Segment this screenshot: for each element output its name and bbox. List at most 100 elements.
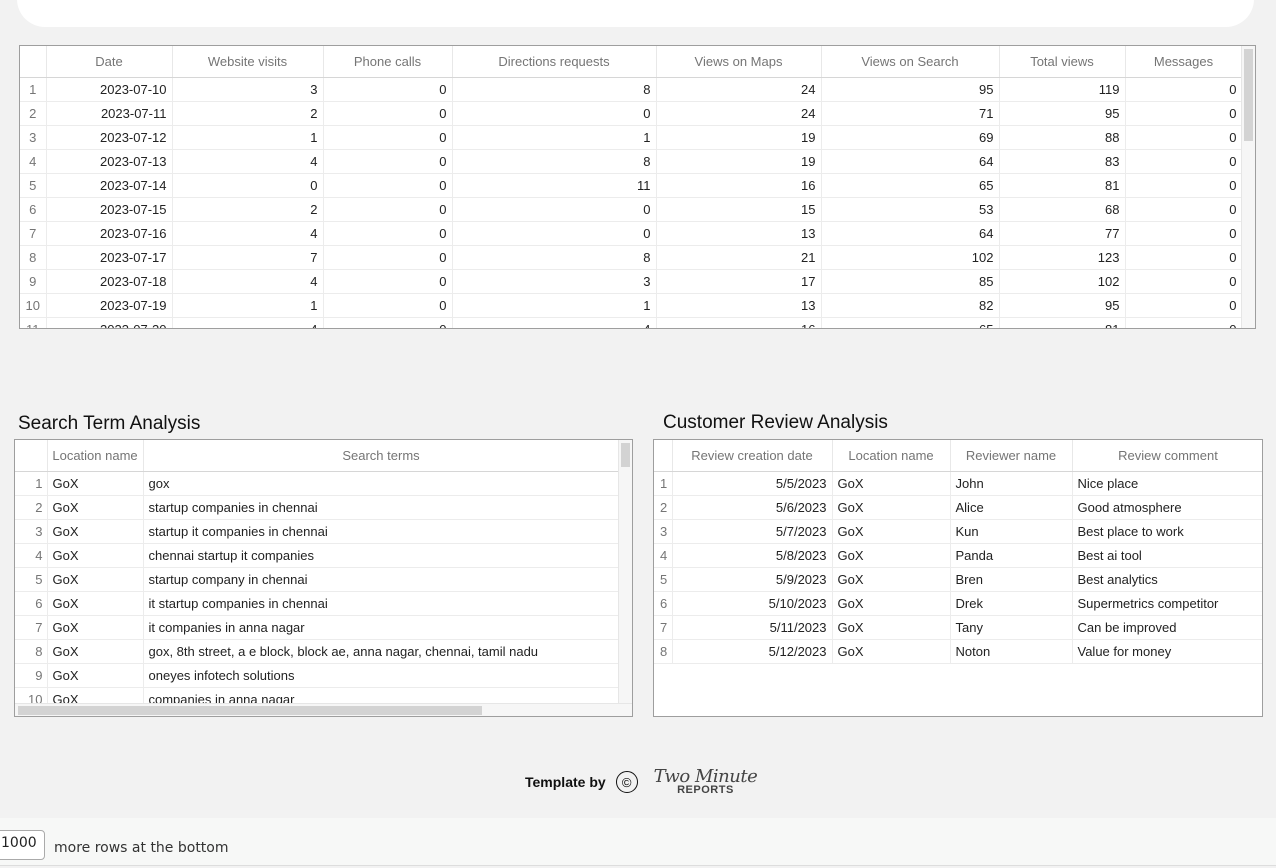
- row-number[interactable]: 10: [20, 293, 47, 318]
- row-number[interactable]: 1: [15, 471, 48, 496]
- row-number[interactable]: 6: [654, 591, 673, 616]
- table-row[interactable]: 9 GoX oneyes infotech solutions: [15, 663, 620, 688]
- table-cell[interactable]: 4: [172, 149, 324, 174]
- table-cell[interactable]: GoX: [47, 471, 144, 496]
- table-cell[interactable]: Tany: [950, 615, 1073, 640]
- table-cell[interactable]: startup company in chennai: [143, 567, 620, 592]
- table-cell[interactable]: GoX: [47, 615, 144, 640]
- table-cell[interactable]: GoX: [47, 495, 144, 520]
- row-number[interactable]: 9: [15, 663, 48, 688]
- table-row[interactable]: 1 5/5/2023 GoX John Nice place: [654, 471, 1262, 496]
- table-row[interactable]: 3 GoX startup it companies in chennai: [15, 519, 620, 544]
- table-cell[interactable]: it companies in anna nagar: [143, 615, 620, 640]
- table-cell[interactable]: GoX: [832, 615, 951, 640]
- table-cell[interactable]: 7: [172, 245, 324, 270]
- table-cell[interactable]: 2023-07-13: [46, 149, 173, 174]
- column-header[interactable]: Search terms: [143, 440, 620, 472]
- table-cell[interactable]: 0: [452, 221, 657, 246]
- table-cell[interactable]: 83: [999, 149, 1126, 174]
- column-header[interactable]: Messages: [1125, 46, 1243, 78]
- table-cell[interactable]: 95: [999, 293, 1126, 318]
- table-cell[interactable]: Can be improved: [1072, 615, 1262, 640]
- table-cell[interactable]: GoX: [47, 519, 144, 544]
- table-cell[interactable]: GoX: [47, 567, 144, 592]
- table-cell[interactable]: 82: [821, 293, 1000, 318]
- table-row[interactable]: 4 5/8/2023 GoX Panda Best ai tool: [654, 543, 1262, 568]
- table-cell[interactable]: 119: [999, 77, 1126, 102]
- table-cell[interactable]: Best place to work: [1072, 519, 1262, 544]
- table-cell[interactable]: 85: [821, 269, 1000, 294]
- table-cell[interactable]: Value for money: [1072, 639, 1262, 664]
- table-cell[interactable]: 2023-07-20: [46, 317, 173, 328]
- table-cell[interactable]: 5/7/2023: [672, 519, 833, 544]
- table-cell[interactable]: 2023-07-14: [46, 173, 173, 198]
- table-cell[interactable]: 4: [452, 317, 657, 328]
- table-cell[interactable]: 1: [172, 125, 324, 150]
- scrollbar-thumb[interactable]: [18, 706, 482, 715]
- table-cell[interactable]: 88: [999, 125, 1126, 150]
- table-cell[interactable]: GoX: [47, 639, 144, 664]
- table-cell[interactable]: 1: [452, 125, 657, 150]
- row-number[interactable]: 4: [15, 543, 48, 568]
- table-cell[interactable]: 95: [821, 77, 1000, 102]
- table-cell[interactable]: 0: [1125, 221, 1243, 246]
- table-cell[interactable]: 2023-07-16: [46, 221, 173, 246]
- table-cell[interactable]: 71: [821, 101, 1000, 126]
- row-number[interactable]: 2: [20, 101, 47, 126]
- table-cell[interactable]: 95: [999, 101, 1126, 126]
- table-cell[interactable]: Best ai tool: [1072, 543, 1262, 568]
- table-cell[interactable]: 0: [323, 293, 453, 318]
- table-cell[interactable]: 3: [172, 77, 324, 102]
- table-cell[interactable]: 24: [656, 77, 822, 102]
- table-cell[interactable]: GoX: [47, 663, 144, 688]
- search-terms-horizontal-scrollbar[interactable]: [15, 703, 632, 716]
- row-number[interactable]: 5: [654, 567, 673, 592]
- table-cell[interactable]: Good atmosphere: [1072, 495, 1262, 520]
- table-cell[interactable]: 2023-07-18: [46, 269, 173, 294]
- row-number[interactable]: 3: [20, 125, 47, 150]
- table-cell[interactable]: 0: [1125, 101, 1243, 126]
- table-cell[interactable]: it startup companies in chennai: [143, 591, 620, 616]
- table-cell[interactable]: 69: [821, 125, 1000, 150]
- table-row[interactable]: 2 GoX startup companies in chennai: [15, 495, 620, 520]
- table-row[interactable]: 5 GoX startup company in chennai: [15, 567, 620, 592]
- table-cell[interactable]: GoX: [47, 543, 144, 568]
- table-cell[interactable]: 8: [452, 149, 657, 174]
- table-cell[interactable]: 2023-07-10: [46, 77, 173, 102]
- column-header[interactable]: Views on Search: [821, 46, 1000, 78]
- table-cell[interactable]: 102: [821, 245, 1000, 270]
- table-cell[interactable]: 102: [999, 269, 1126, 294]
- table-cell[interactable]: 0: [1125, 77, 1243, 102]
- table-cell[interactable]: GoX: [832, 591, 951, 616]
- table-row[interactable]: 7 2023-07-16 4 0 0 13 64 77 0: [20, 221, 1243, 246]
- table-cell[interactable]: 0: [1125, 173, 1243, 198]
- table-row[interactable]: 3 2023-07-12 1 0 1 19 69 88 0: [20, 125, 1243, 150]
- column-header[interactable]: Review creation date: [672, 440, 833, 472]
- table-cell[interactable]: GoX: [832, 543, 951, 568]
- table-cell[interactable]: 2023-07-15: [46, 197, 173, 222]
- table-cell[interactable]: Alice: [950, 495, 1073, 520]
- table-cell[interactable]: 15: [656, 197, 822, 222]
- table-cell[interactable]: Drek: [950, 591, 1073, 616]
- row-number[interactable]: 3: [15, 519, 48, 544]
- table-cell[interactable]: 0: [1125, 269, 1243, 294]
- table-row[interactable]: 2 2023-07-11 2 0 0 24 71 95 0: [20, 101, 1243, 126]
- table-row[interactable]: 6 GoX it startup companies in chennai: [15, 591, 620, 616]
- table-cell[interactable]: Best analytics: [1072, 567, 1262, 592]
- table-row[interactable]: 4 2023-07-13 4 0 8 19 64 83 0: [20, 149, 1243, 174]
- row-number[interactable]: 7: [20, 221, 47, 246]
- table-row[interactable]: 5 5/9/2023 GoX Bren Best analytics: [654, 567, 1262, 592]
- row-number-header[interactable]: [20, 46, 47, 78]
- table-cell[interactable]: 0: [323, 197, 453, 222]
- table-row[interactable]: 6 5/10/2023 GoX Drek Supermetrics competitor: [654, 591, 1262, 616]
- table-cell[interactable]: 123: [999, 245, 1126, 270]
- table-cell[interactable]: 0: [1125, 197, 1243, 222]
- table-cell[interactable]: Panda: [950, 543, 1073, 568]
- table-cell[interactable]: 4: [172, 269, 324, 294]
- table-cell[interactable]: 0: [452, 197, 657, 222]
- table-cell[interactable]: 0: [1125, 149, 1243, 174]
- column-header[interactable]: Location name: [47, 440, 144, 472]
- table-cell[interactable]: 13: [656, 221, 822, 246]
- table-cell[interactable]: 77: [999, 221, 1126, 246]
- table-cell[interactable]: GoX: [47, 591, 144, 616]
